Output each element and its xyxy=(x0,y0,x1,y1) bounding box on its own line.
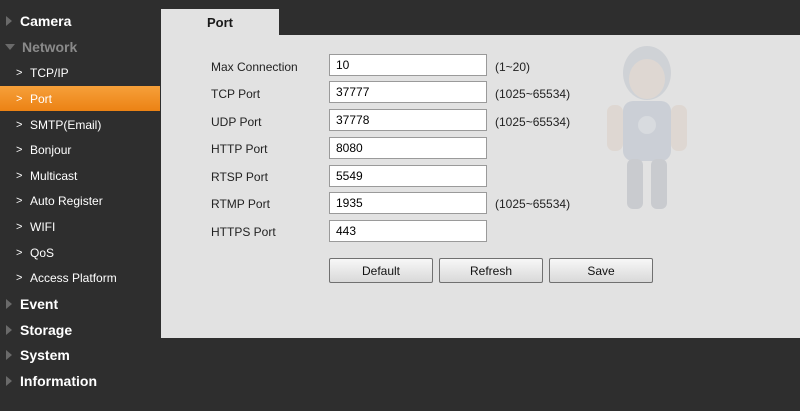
menu-section-storage[interactable]: Storage xyxy=(0,318,160,342)
menu-section-system[interactable]: System xyxy=(0,343,160,367)
tcp-port-label: TCP Port xyxy=(211,87,261,101)
sidebar-item-bonjour[interactable]: > Bonjour xyxy=(0,137,160,162)
sidebar-item-label: TCP/IP xyxy=(30,65,69,80)
sidebar-item-label: Bonjour xyxy=(30,142,72,157)
sidebar-item-access-platform[interactable]: > Access Platform xyxy=(0,265,160,290)
chevron-right-icon: > xyxy=(16,220,23,233)
chevron-right-icon: > xyxy=(16,118,23,131)
menu-section-label: Storage xyxy=(20,322,73,338)
menu-section-label: Network xyxy=(22,39,78,55)
sidebar-item-label: Multicast xyxy=(30,168,78,183)
refresh-button[interactable]: Refresh xyxy=(439,258,543,283)
menu-section-label: Event xyxy=(20,296,59,312)
tcp-port-input[interactable] xyxy=(329,81,487,103)
collapsed-triangle-icon xyxy=(6,16,12,26)
sidebar-item-qos[interactable]: > QoS xyxy=(0,240,160,265)
udp-port-label: UDP Port xyxy=(211,115,262,129)
sidebar-item-label: Port xyxy=(30,91,53,106)
menu-section-network[interactable]: Network xyxy=(0,35,160,59)
sidebar-item-label: Access Platform xyxy=(30,270,117,285)
chevron-right-icon: > xyxy=(16,143,23,156)
chevron-right-icon: > xyxy=(16,66,23,79)
sidebar-item-wifi[interactable]: > WIFI xyxy=(0,214,160,239)
chevron-right-icon: > xyxy=(16,92,23,105)
menu-section-event[interactable]: Event xyxy=(0,292,160,316)
menu-section-camera[interactable]: Camera xyxy=(0,9,160,33)
sidebar-item-label: Auto Register xyxy=(30,193,103,208)
collapsed-triangle-icon xyxy=(6,325,12,335)
chevron-right-icon: > xyxy=(16,169,23,182)
tab-port[interactable]: Port xyxy=(161,9,279,36)
https-port-input[interactable] xyxy=(329,220,487,242)
max-connection-range-hint: (1~20) xyxy=(495,60,531,74)
sidebar-item-label: WIFI xyxy=(30,219,56,234)
rtsp-port-label: RTSP Port xyxy=(211,170,268,184)
sidebar-item-port[interactable]: > Port xyxy=(0,86,160,111)
collapsed-triangle-icon xyxy=(6,376,12,386)
rtmp-port-label: RTMP Port xyxy=(211,197,270,211)
sidebar-item-label: QoS xyxy=(30,245,55,260)
udp-port-range-hint: (1025~65534) xyxy=(495,115,571,129)
udp-port-input[interactable] xyxy=(329,109,487,131)
chevron-right-icon: > xyxy=(16,194,23,207)
max-connection-input[interactable] xyxy=(329,54,487,76)
rtmp-port-input[interactable] xyxy=(329,192,487,214)
sidebar: Camera Network > TCP/IP > Port > SMTP(Em… xyxy=(0,0,160,411)
chevron-right-icon: > xyxy=(16,246,23,259)
collapsed-triangle-icon xyxy=(6,299,12,309)
http-port-input[interactable] xyxy=(329,137,487,159)
rtsp-port-input[interactable] xyxy=(329,165,487,187)
chevron-right-icon: > xyxy=(16,271,23,284)
menu-section-label: System xyxy=(20,347,70,363)
default-button[interactable]: Default xyxy=(329,258,433,283)
sidebar-item-auto-register[interactable]: > Auto Register xyxy=(0,188,160,213)
tcp-port-range-hint: (1025~65534) xyxy=(495,87,571,101)
menu-section-label: Camera xyxy=(20,13,72,29)
http-port-label: HTTP Port xyxy=(211,142,268,156)
sidebar-item-tcpip[interactable]: > TCP/IP xyxy=(0,60,160,85)
port-settings-panel: Max Connection (1~20) TCP Port (1025~655… xyxy=(161,35,800,338)
save-button[interactable]: Save xyxy=(549,258,653,283)
expanded-triangle-icon xyxy=(5,44,15,50)
collapsed-triangle-icon xyxy=(6,350,12,360)
max-connection-label: Max Connection xyxy=(211,60,298,74)
mascot-watermark-icon xyxy=(607,46,687,209)
https-port-label: HTTPS Port xyxy=(211,225,276,239)
sidebar-item-multicast[interactable]: > Multicast xyxy=(0,163,160,188)
main-panel: Port Max Connection (1~20) TCP Port (102… xyxy=(161,0,800,338)
menu-section-label: Information xyxy=(20,373,97,389)
sidebar-item-smtp-email[interactable]: > SMTP(Email) xyxy=(0,112,160,137)
menu-section-information[interactable]: Information xyxy=(0,369,160,393)
tab-strip: Port xyxy=(161,0,800,36)
sidebar-item-label: SMTP(Email) xyxy=(30,117,102,132)
rtmp-port-range-hint: (1025~65534) xyxy=(495,197,571,211)
